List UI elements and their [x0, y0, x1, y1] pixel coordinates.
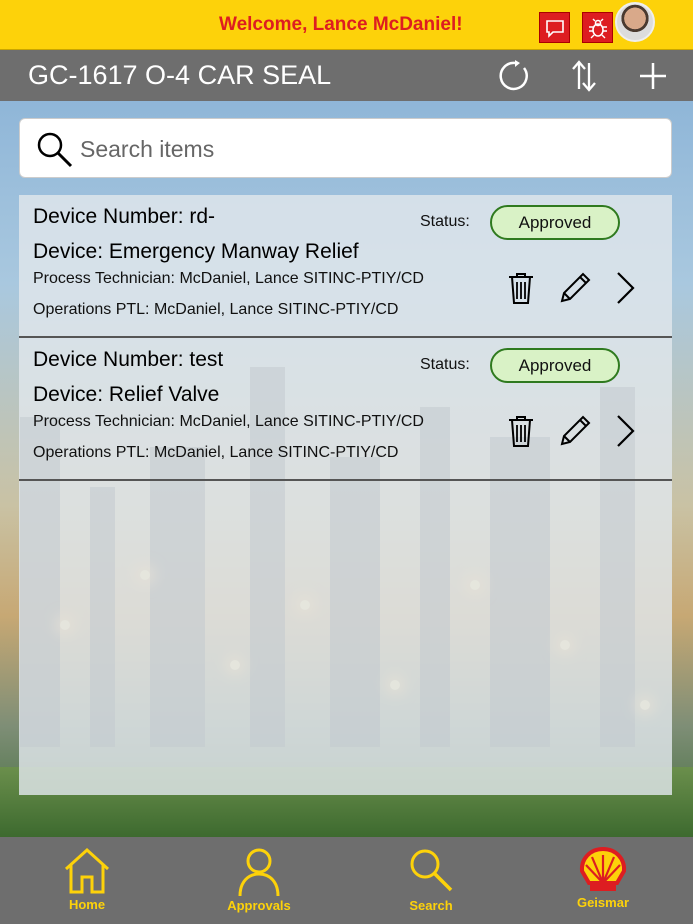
bottom-nav: Home Approvals Search Geismar: [0, 837, 693, 924]
nav-approvals[interactable]: Approvals: [204, 845, 314, 921]
device-name: Device: Emergency Manway Relief: [33, 240, 359, 263]
chevron-right-icon[interactable]: [607, 270, 643, 306]
bug-icon[interactable]: [582, 12, 613, 43]
page-title: GC-1617 O-4 CAR SEAL: [28, 60, 332, 90]
add-icon[interactable]: [635, 58, 671, 94]
chat-icon[interactable]: [539, 12, 570, 43]
status-badge: Approved: [490, 348, 620, 383]
operations-ptl: Operations PTL: McDaniel, Lance SITINC-P…: [33, 444, 399, 461]
nav-search[interactable]: Search: [376, 845, 486, 921]
delete-icon[interactable]: [503, 413, 539, 449]
nav-home[interactable]: Home: [32, 845, 142, 921]
nav-label: Geismar: [576, 895, 630, 910]
delete-icon[interactable]: [503, 270, 539, 306]
refresh-icon[interactable]: [497, 58, 533, 94]
nav-label: Home: [68, 897, 106, 912]
search-input[interactable]: [80, 129, 650, 169]
list-item[interactable]: Device Number: rd- Device: Emergency Man…: [19, 195, 672, 338]
nav-geismar[interactable]: Geismar: [548, 845, 658, 921]
shell-logo-icon: [548, 847, 658, 893]
process-technician: Process Technician: McDaniel, Lance SITI…: [33, 413, 424, 430]
user-avatar[interactable]: [615, 2, 655, 42]
nav-label: Approvals: [227, 898, 291, 913]
search-icon: [376, 847, 486, 893]
welcome-message: Welcome, Lance McDaniel!: [219, 14, 463, 35]
device-number: Device Number: test: [33, 348, 224, 371]
device-name: Device: Relief Valve: [33, 383, 220, 406]
title-bar: GC-1617 O-4 CAR SEAL: [0, 50, 693, 101]
operations-ptl: Operations PTL: McDaniel, Lance SITINC-P…: [33, 301, 399, 318]
search-box: [19, 118, 672, 178]
list-item[interactable]: Device Number: test Device: Relief Valve…: [19, 338, 672, 481]
item-list: Device Number: rd- Device: Emergency Man…: [19, 195, 672, 795]
sort-icon[interactable]: [566, 58, 602, 94]
header-bar: Welcome, Lance McDaniel!: [0, 0, 693, 50]
home-icon: [32, 847, 142, 895]
status-label: Status:: [420, 213, 470, 230]
device-number: Device Number: rd-: [33, 205, 216, 228]
search-icon: [36, 131, 74, 173]
edit-icon[interactable]: [557, 270, 593, 306]
status-badge: Approved: [490, 205, 620, 240]
process-technician: Process Technician: McDaniel, Lance SITI…: [33, 270, 424, 287]
person-icon: [204, 847, 314, 897]
nav-label: Search: [409, 898, 453, 913]
chevron-right-icon[interactable]: [607, 413, 643, 449]
edit-icon[interactable]: [557, 413, 593, 449]
status-label: Status:: [420, 356, 470, 373]
